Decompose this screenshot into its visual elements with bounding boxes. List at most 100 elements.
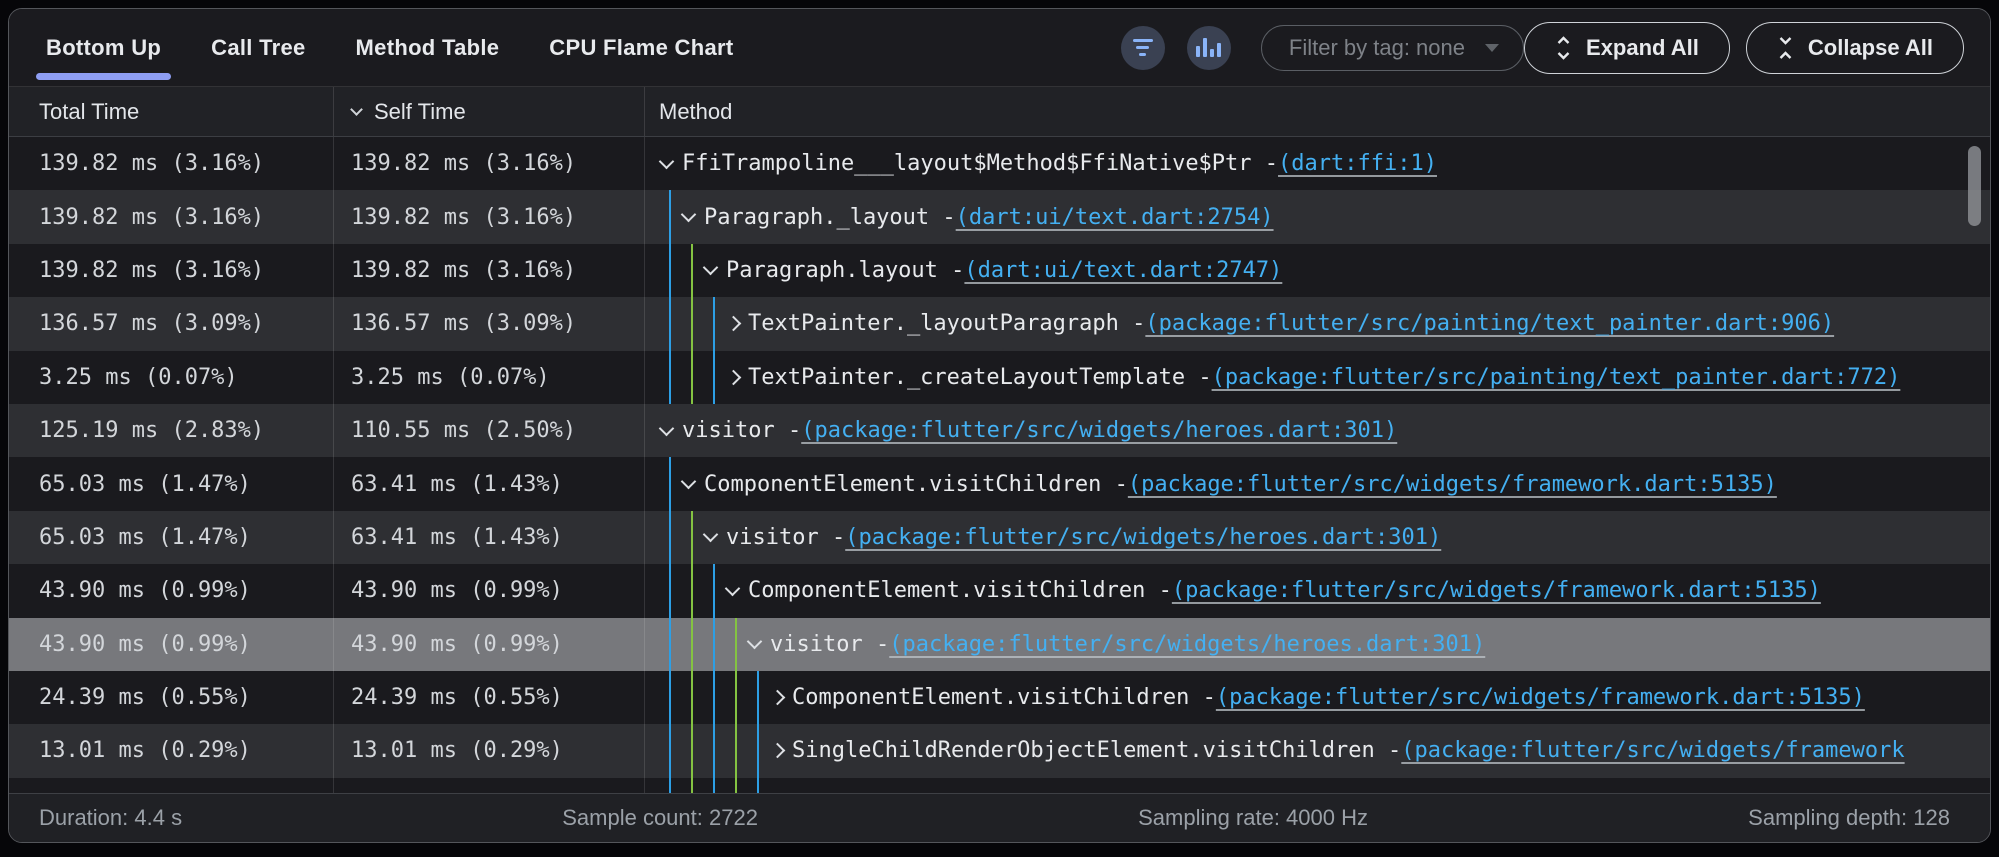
column-header-total-time[interactable]: Total Time (9, 87, 334, 136)
total-time-cell: 13.01 ms (0.29%) (9, 724, 334, 777)
table-row[interactable]: 24.39 ms (0.55%) 24.39 ms (0.55%) Compon… (9, 671, 1990, 724)
source-link[interactable]: (package:flutter/src/painting/text_paint… (1145, 311, 1834, 336)
source-link[interactable]: (package:flutter/src/widgets/framework.d… (1216, 685, 1865, 710)
source-link[interactable]: (package:flutter/src/painting/text_paint… (1212, 365, 1901, 390)
dropdown-arrow-icon (1485, 44, 1499, 52)
source-link[interactable]: (dart:ffi:1) (1278, 151, 1437, 176)
tab-label: Method Table (356, 35, 500, 61)
indent-guide (735, 778, 749, 793)
tab-method-table[interactable]: Method Table (331, 9, 525, 86)
indent-guide (691, 297, 705, 350)
collapse-all-label: Collapse All (1808, 35, 1933, 61)
chevron-down-icon[interactable] (683, 481, 704, 487)
chevron-down-icon[interactable] (661, 428, 682, 434)
cpu-profiler-panel: Bottom Up Call Tree Method Table CPU Fla… (8, 8, 1991, 843)
table-row[interactable]: 65.03 ms (1.47%) 63.41 ms (1.43%) Compon… (9, 457, 1990, 510)
indent-guide (691, 244, 705, 297)
table-row[interactable]: 65.03 ms (1.47%) 63.41 ms (1.43%) visito… (9, 511, 1990, 564)
indent-guide (713, 724, 727, 777)
tab-label: CPU Flame Chart (549, 35, 733, 61)
indent-guide (757, 724, 771, 777)
source-link[interactable]: (dart:ui/text.dart:2754) (956, 205, 1274, 230)
method-cell: visitor - (package:flutter/src/widgets/h… (645, 404, 1990, 457)
method-name: visitor - (770, 632, 889, 657)
toolbar: Filter by tag: none Expand All Collapse … (1121, 9, 1990, 86)
method-cell (645, 778, 1990, 793)
table-row[interactable]: 139.82 ms (3.16%) 139.82 ms (3.16%) Para… (9, 244, 1990, 297)
table-row[interactable]: 43.90 ms (0.99%) 43.90 ms (0.99%) Compon… (9, 564, 1990, 617)
filter-by-tag-label: Filter by tag: none (1289, 35, 1465, 61)
source-link[interactable]: (package:flutter/src/widgets/framework.d… (1172, 578, 1821, 603)
indent-guide (669, 457, 683, 510)
method-name: visitor - (682, 418, 801, 443)
self-time-cell: 136.57 ms (3.09%) (334, 297, 645, 350)
unfold-more-icon (1555, 35, 1572, 61)
chevron-right-icon[interactable] (771, 745, 792, 756)
indent-guide (691, 564, 705, 617)
chevron-down-icon[interactable] (705, 267, 726, 273)
status-bar: Duration: 4.4 s Sample count: 2722 Sampl… (9, 793, 1990, 842)
collapse-all-button[interactable]: Collapse All (1746, 22, 1964, 74)
chevron-down-icon (350, 103, 363, 116)
method-name: ComponentElement.visitChildren - (748, 578, 1172, 603)
total-time-cell: 43.90 ms (0.99%) (9, 564, 334, 617)
tab-call-tree[interactable]: Call Tree (186, 9, 330, 86)
table-row[interactable]: 136.57 ms (3.09%) 136.57 ms (3.09%) Text… (9, 297, 1990, 350)
sample-count-label: Sample count: 2722 (562, 805, 758, 831)
chevron-down-icon[interactable] (727, 588, 748, 594)
column-header-self-time[interactable]: Self Time (334, 87, 645, 136)
table-row[interactable] (9, 778, 1990, 793)
tab-bottom-up[interactable]: Bottom Up (21, 9, 186, 86)
self-time-cell: 24.39 ms (0.55%) (334, 671, 645, 724)
expand-all-button[interactable]: Expand All (1524, 22, 1730, 74)
column-label: Self Time (374, 99, 466, 125)
chevron-down-icon[interactable] (661, 161, 682, 167)
table-row[interactable]: 139.82 ms (3.16%) 139.82 ms (3.16%) Para… (9, 190, 1990, 243)
filter-button[interactable] (1121, 26, 1165, 70)
indent-guide (669, 671, 683, 724)
self-time-cell: 139.82 ms (3.16%) (334, 137, 645, 190)
chevron-right-icon[interactable] (727, 318, 748, 329)
chevron-down-icon[interactable] (705, 534, 726, 540)
indent-guide (669, 190, 683, 243)
indent-guide (669, 778, 683, 793)
table-row[interactable]: 13.01 ms (0.29%) 13.01 ms (0.29%) Single… (9, 724, 1990, 777)
filter-by-tag-dropdown[interactable]: Filter by tag: none (1261, 25, 1524, 71)
duration-label: Duration: 4.4 s (39, 805, 182, 831)
total-time-cell: 65.03 ms (1.47%) (9, 457, 334, 510)
indent-guide (713, 297, 727, 350)
source-link[interactable]: (package:flutter/src/widgets/heroes.dart… (801, 418, 1397, 443)
method-cell: visitor - (package:flutter/src/widgets/h… (645, 511, 1990, 564)
total-time-cell: 3.25 ms (0.07%) (9, 351, 334, 404)
indent-guide (691, 618, 705, 671)
table-row[interactable]: 139.82 ms (3.16%) 139.82 ms (3.16%) FfiT… (9, 137, 1990, 190)
indent-guide (713, 564, 727, 617)
column-label: Total Time (39, 99, 139, 125)
method-cell: TextPainter._layoutParagraph - (package:… (645, 297, 1990, 350)
table-row[interactable]: 125.19 ms (2.83%) 110.55 ms (2.50%) visi… (9, 404, 1990, 457)
indent-guide (713, 618, 727, 671)
tab-label: Bottom Up (46, 35, 161, 61)
source-link[interactable]: (package:flutter/src/widgets/heroes.dart… (845, 525, 1441, 550)
source-link[interactable]: (dart:ui/text.dart:2747) (964, 258, 1282, 283)
table-row[interactable]: 43.90 ms (0.99%) 43.90 ms (0.99%) visito… (9, 618, 1990, 671)
tab-cpu-flame-chart[interactable]: CPU Flame Chart (524, 9, 758, 86)
chevron-right-icon[interactable] (771, 692, 792, 703)
source-link[interactable]: (package:flutter/src/widgets/heroes.dart… (889, 632, 1485, 657)
source-link[interactable]: (package:flutter/src/widgets/framework.d… (1128, 472, 1777, 497)
self-time-cell (334, 778, 645, 793)
indent-guide (757, 778, 771, 793)
column-header-method[interactable]: Method (645, 87, 1990, 136)
source-link[interactable]: (package:flutter/src/widgets/framework (1401, 738, 1904, 763)
chevron-right-icon[interactable] (727, 372, 748, 383)
self-time-cell: 43.90 ms (0.99%) (334, 564, 645, 617)
chevron-down-icon[interactable] (749, 641, 770, 647)
unfold-less-icon (1777, 35, 1794, 61)
self-time-cell: 110.55 ms (2.50%) (334, 404, 645, 457)
method-name: visitor - (726, 525, 845, 550)
chevron-down-icon[interactable] (683, 214, 704, 220)
vertical-scrollbar[interactable] (1968, 146, 1981, 226)
filter-list-icon (1133, 39, 1153, 56)
chart-button[interactable] (1187, 26, 1231, 70)
table-row[interactable]: 3.25 ms (0.07%) 3.25 ms (0.07%) TextPain… (9, 351, 1990, 404)
